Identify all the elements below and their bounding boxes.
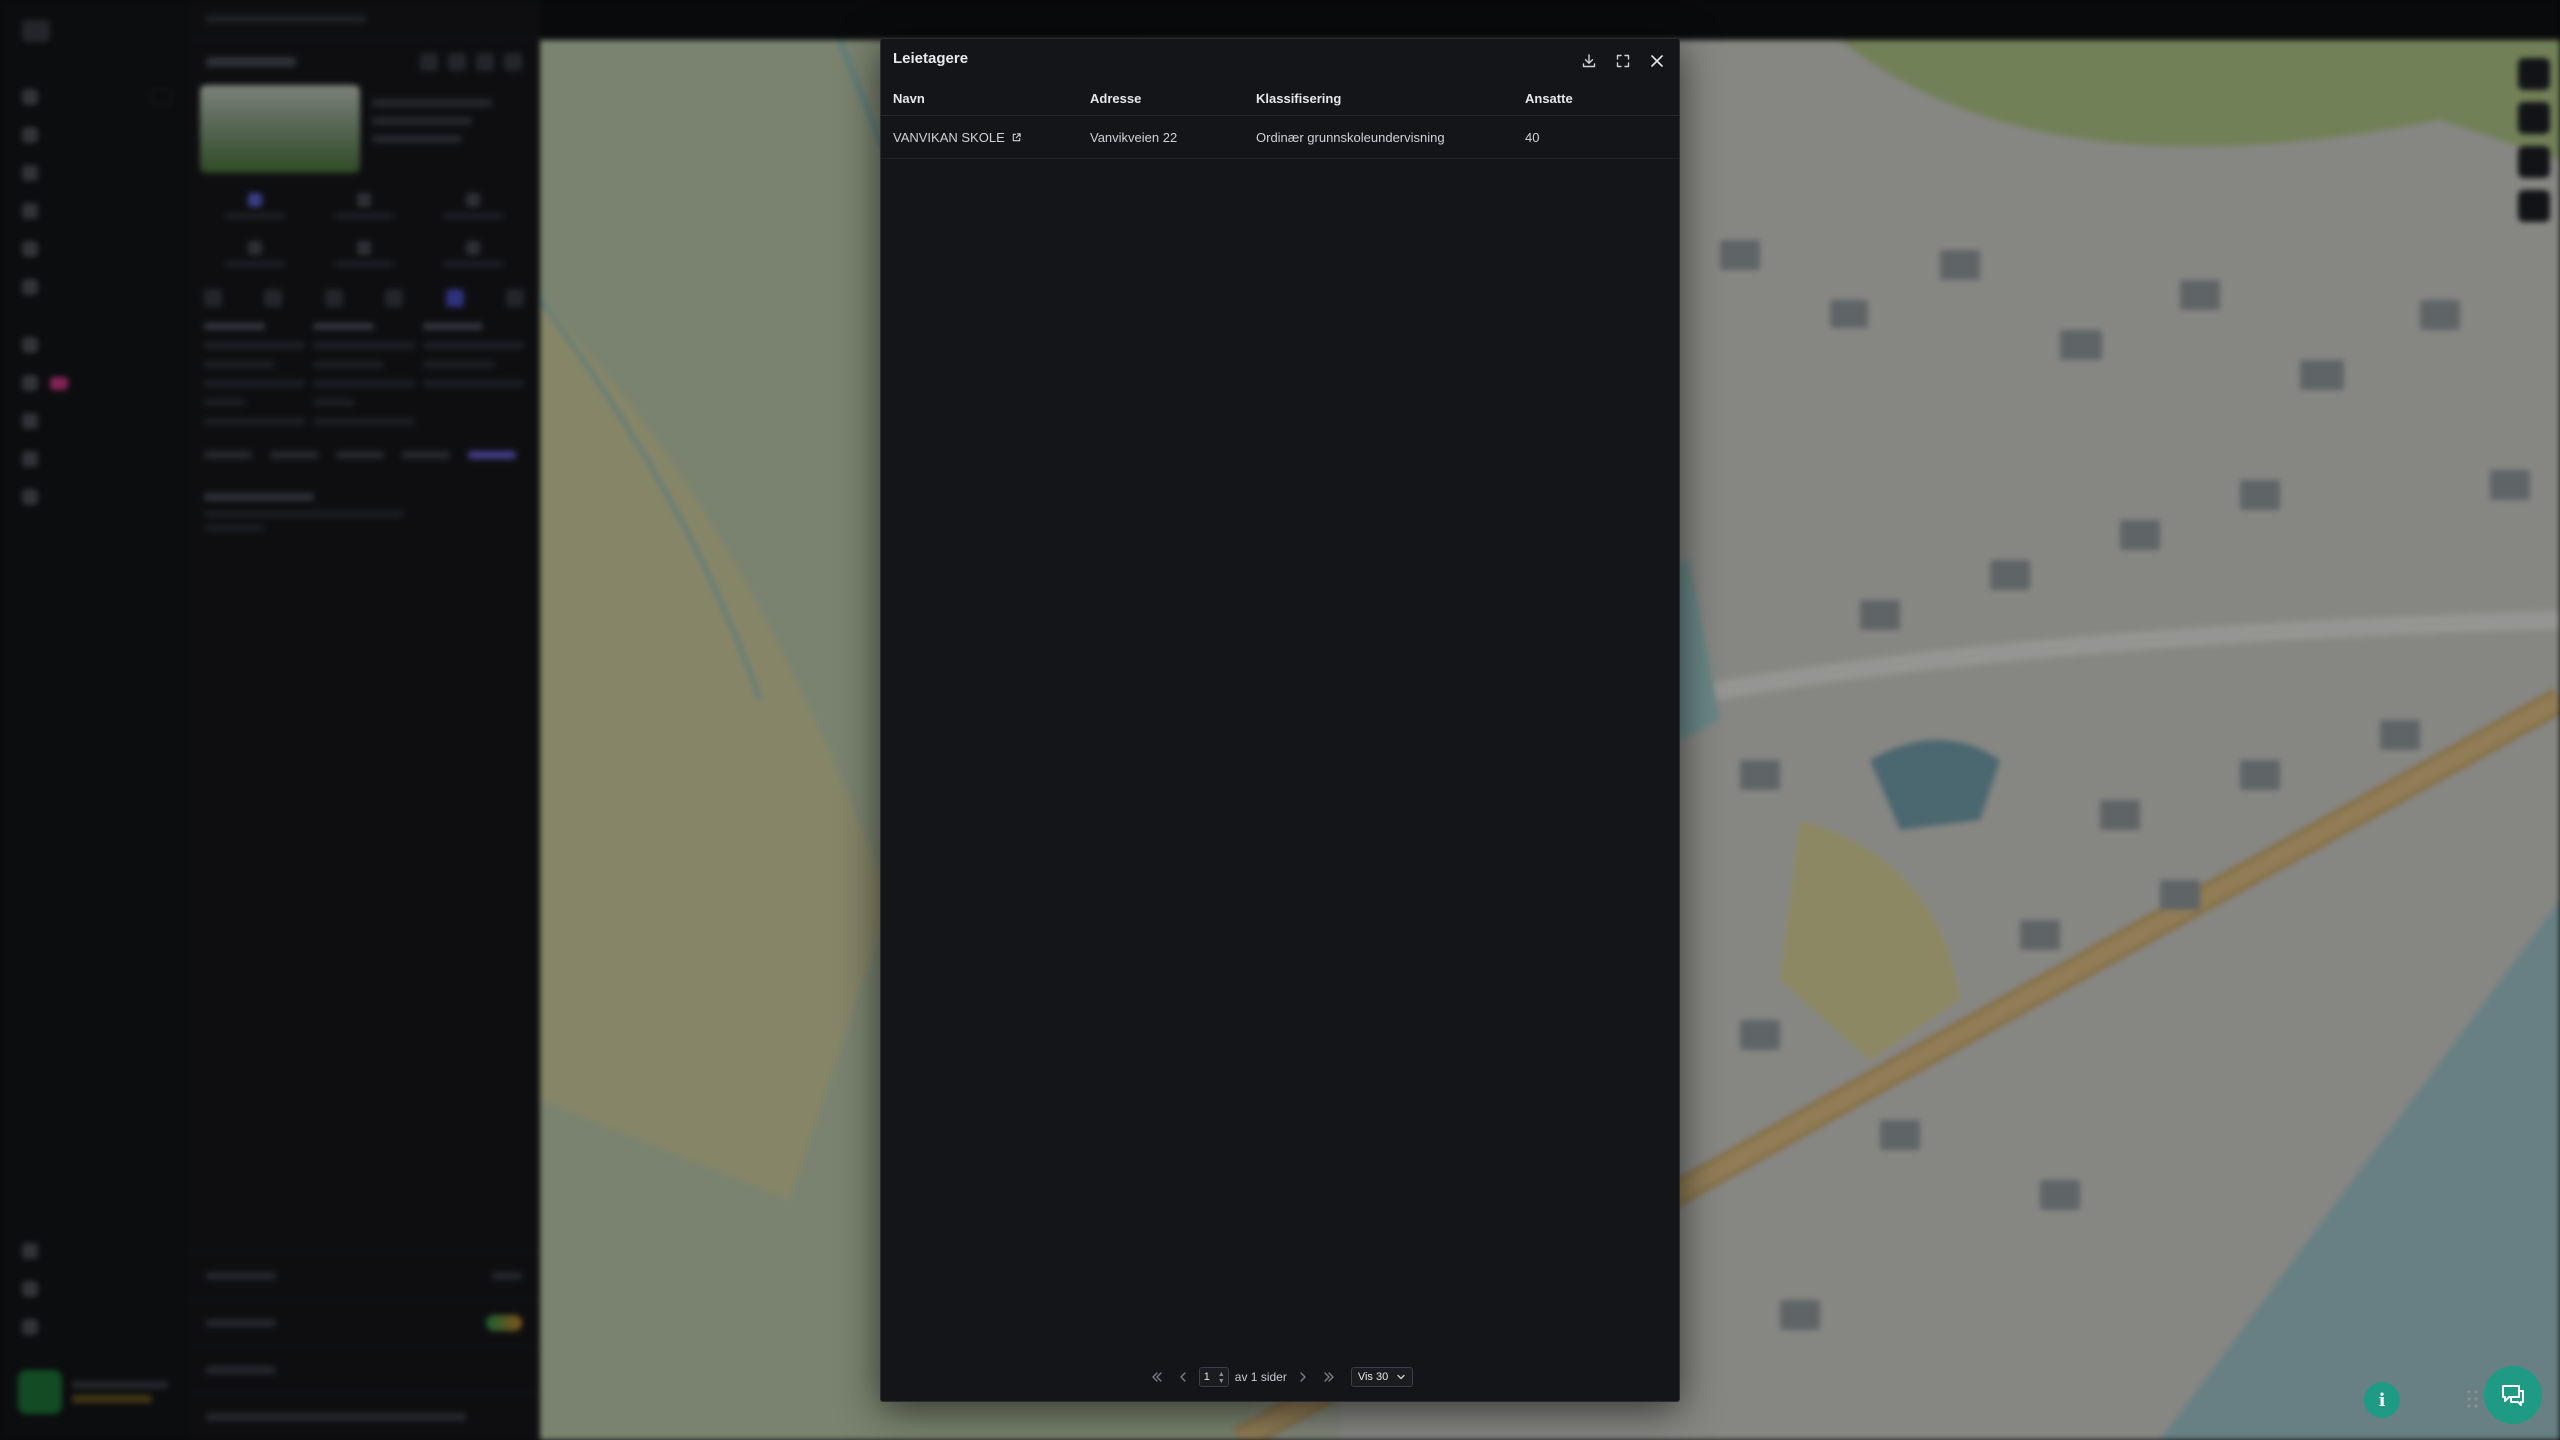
fullscreen-icon [1616, 54, 1630, 68]
close-button[interactable] [1643, 47, 1671, 75]
close-icon [1651, 55, 1663, 67]
chat-icon [2502, 1385, 2524, 1406]
chevron-left-icon [1180, 1372, 1186, 1382]
page-size-select[interactable]: Vis 30 [1350, 1367, 1414, 1387]
page-number-value: 1 [1203, 1371, 1210, 1383]
column-header-adresse[interactable]: Adresse [1090, 91, 1256, 106]
chevron-right-icon [1300, 1372, 1306, 1382]
tenant-name: VANVIKAN SKOLE [893, 129, 1005, 145]
table-row: VANVIKAN SKOLE Vanvikveien 22 Ordinær gr… [881, 116, 1679, 159]
column-header-ansatte[interactable]: Ansatte [1525, 91, 1667, 106]
download-button[interactable] [1575, 47, 1603, 75]
tenant-classification: Ordinær grunnskoleundervisning [1256, 129, 1445, 145]
column-header-navn[interactable]: Navn [893, 91, 1090, 106]
chevrons-right-icon [1324, 1372, 1334, 1382]
last-page-button[interactable] [1319, 1367, 1339, 1387]
download-icon [1582, 54, 1596, 68]
modal-title: Leietagere [893, 50, 969, 67]
modal-header: Leietagere [881, 39, 1679, 81]
column-header-klassifisering[interactable]: Klassifisering [1256, 91, 1525, 106]
chat-button[interactable] [2484, 1366, 2542, 1424]
tenant-address: Vanvikveien 22 [1090, 129, 1178, 145]
info-icon: i [2378, 1389, 2386, 1411]
chevron-down-icon [1397, 1374, 1405, 1380]
table-header: Navn Adresse Klassifisering Ansatte [881, 81, 1679, 116]
first-page-button[interactable] [1147, 1367, 1167, 1387]
info-button[interactable]: i [2364, 1382, 2400, 1418]
tenant-employees: 40 [1525, 129, 1540, 145]
pagination: 1 ▲ ▼ av 1 sider Vis 30 [881, 1365, 1679, 1389]
modal-actions [1575, 47, 1671, 75]
previous-page-button[interactable] [1173, 1367, 1193, 1387]
tenants-modal: Leietagere Navn Adresse Klassifisering A… [880, 38, 1680, 1402]
chevrons-left-icon [1152, 1372, 1162, 1382]
page-size-value: Vis 30 [1357, 1371, 1389, 1383]
page-number-input[interactable]: 1 ▲ ▼ [1198, 1367, 1229, 1387]
next-page-button[interactable] [1293, 1367, 1313, 1387]
page-count-label: av 1 sider [1234, 1370, 1287, 1384]
drag-handle-icon[interactable] [2466, 1388, 2480, 1410]
spinner-arrows-icon[interactable]: ▲ ▼ [1218, 1371, 1225, 1385]
external-link-icon [1012, 132, 1021, 141]
tenants-table: Navn Adresse Klassifisering Ansatte VANV… [881, 81, 1679, 159]
fullscreen-button[interactable] [1609, 47, 1637, 75]
tenant-name-link[interactable]: VANVIKAN SKOLE [893, 130, 1090, 145]
